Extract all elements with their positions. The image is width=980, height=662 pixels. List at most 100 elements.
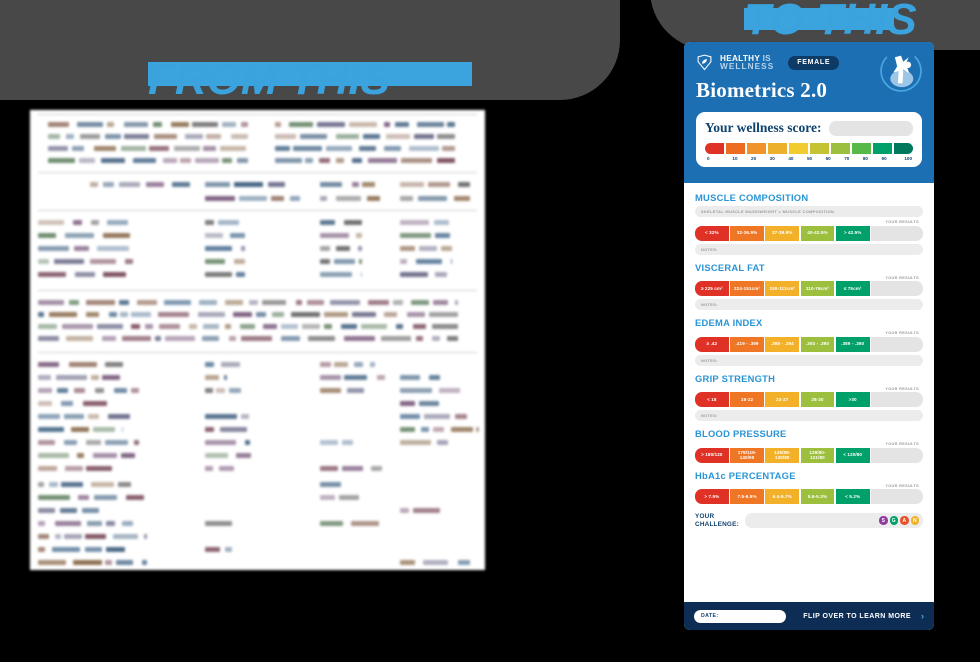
metric-title: BLOOD PRESSURE <box>695 428 787 439</box>
metric-subtitle: SKELETAL MUSCLE MASS/WEIGHT = MUSCLE COM… <box>695 206 923 217</box>
metric-band-row: > 7.5% 7.5-6.5% 6.4-5.7% 5.6-5.3% < 5.2% <box>695 489 924 504</box>
metric-title: MUSCLE COMPOSITION <box>695 192 809 203</box>
metric-band-row: ≥ .42.419 - .399.398 - .394.393 - .390.3… <box>695 336 924 352</box>
metric-band: 23-27 <box>765 392 800 407</box>
scale-tick-2: 20 <box>751 156 757 161</box>
metric-band: 7.5-6.5% <box>730 489 764 504</box>
scale-tick-3: 30 <box>769 156 775 161</box>
metric-band: < 5.2% <box>835 489 870 504</box>
scale-segment-1 <box>725 143 746 154</box>
blurred-lab-report <box>30 110 485 570</box>
metric-band: ≥ .42 <box>695 336 729 352</box>
female-body-icon <box>880 50 922 92</box>
metric-band: .393 - .390 <box>800 336 835 352</box>
scale-tick-0: 0 <box>707 156 710 161</box>
challenge-badge[interactable]: A <box>900 516 909 525</box>
scale-tick-4: 40 <box>788 156 794 161</box>
to-label: TO THIS <box>744 0 917 44</box>
metric-notes-field[interactable]: NOTES: <box>695 243 923 255</box>
challenge-badge[interactable]: N <box>910 516 919 525</box>
metric-result-input[interactable] <box>871 489 924 504</box>
metric-notes-field[interactable]: NOTES: <box>695 299 923 310</box>
your-results-label: YOUR RESULTS <box>885 275 919 280</box>
metric-band: >30 <box>835 392 870 407</box>
scale-segment-2 <box>746 143 767 154</box>
biometrics-card: HEALTHY IS WELLNESS FEMALE Biometrics 2.… <box>684 42 934 630</box>
metric-band: < 18 <box>695 392 729 407</box>
your-challenge-label: YOUR CHALLENGE: <box>695 513 739 528</box>
scale-segment-0 <box>705 143 725 154</box>
metric-band: 150-111cm² <box>765 281 800 296</box>
challenge-badge[interactable]: S <box>879 516 888 525</box>
metric-band-row: > 180/120 179/119- 140/90 139/89- 130/80 129/… <box>695 447 924 463</box>
date-input[interactable]: DATE: <box>694 609 786 623</box>
scale-segment-8 <box>872 143 893 154</box>
scale-segment-9 <box>893 143 914 154</box>
scale-tick-10: 100 <box>904 156 913 161</box>
metric-band: 110-76cm² <box>800 281 835 296</box>
brand-line2: WELLNESS <box>720 61 775 71</box>
your-results-label: YOUR RESULTS <box>885 331 919 335</box>
metric-result-input[interactable] <box>871 336 924 352</box>
your-results-label: YOUR RESULTS <box>885 442 919 446</box>
card-body: MUSCLE COMPOSITION SKELETAL MUSCLE MASS/W… <box>684 183 934 528</box>
challenge-badge[interactable]: G <box>889 516 898 525</box>
metric-band: .398 - .394 <box>765 336 800 352</box>
wellness-score-input[interactable] <box>828 120 913 136</box>
scale-segment-6 <box>830 143 851 154</box>
metric-band: ≥ 225 cm² <box>695 281 729 296</box>
metric-band: 18-22 <box>730 392 764 407</box>
metric-band: 5.6-5.3% <box>800 489 835 504</box>
metric-band: > 180/120 <box>695 447 729 463</box>
card-footer: DATE: FLIP OVER TO LEARN MORE › <box>684 602 934 630</box>
metric-band: 129/80- 121/80 <box>800 447 835 463</box>
your-challenge-input[interactable]: SGAN <box>744 513 923 528</box>
scale-tick-1: 10 <box>732 156 738 161</box>
wellness-score-scale <box>705 143 914 154</box>
metric-band-row: ≥ 225 cm² 224-151cm² 150-111cm² 110-76cm² ≤ … <box>695 281 924 296</box>
metric-band: > 7.5% <box>695 489 729 504</box>
scale-tick-6: 60 <box>825 156 831 161</box>
your-results-label: YOUR RESULTS <box>885 220 919 224</box>
brand-wordmark: HEALTHY IS WELLNESS <box>720 54 775 71</box>
metric-band-row: < 32% 32-36.9% 37-39.9% 40-42.5% > 42.5% <box>695 225 924 241</box>
metric-title: GRIP STRENGTH <box>695 372 776 384</box>
metric-band: > 42.5% <box>835 225 870 241</box>
scale-tick-5: 50 <box>806 156 813 161</box>
flip-over-text[interactable]: FLIP OVER TO LEARN MORE <box>794 613 913 620</box>
metric-band: .389 - .360 <box>835 336 870 352</box>
scale-segment-7 <box>851 143 872 154</box>
metric-band: < 32% <box>695 225 729 241</box>
scale-segment-3 <box>767 143 788 154</box>
metric-section: EDEMA INDEX YOUR RESULTS ≥ .42.419 - .399.… <box>695 317 924 366</box>
gender-badge: FEMALE <box>788 55 840 70</box>
metric-result-input[interactable] <box>871 225 924 241</box>
metric-band: 6.4-5.7% <box>765 489 800 504</box>
scale-tick-7: 70 <box>844 156 850 161</box>
wellness-score-box: Your wellness score: 0 10 20 30 40 50 60 70 80 90… <box>696 112 922 167</box>
scale-segment-5 <box>809 143 830 154</box>
metric-result-input[interactable] <box>871 447 924 463</box>
metric-notes-field[interactable]: NOTES: <box>695 410 923 421</box>
chevron-right-icon[interactable]: › <box>921 611 924 621</box>
metric-result-input[interactable] <box>871 392 924 407</box>
metric-band: 37-39.9% <box>765 225 800 241</box>
your-challenge-row: YOUR CHALLENGE: S G A N <box>695 513 923 528</box>
shield-leaf-icon <box>697 54 712 71</box>
metric-section: BLOOD PRESSURE YOUR RESULTS > 180/120 179/1… <box>695 428 924 463</box>
your-results-label: YOUR RESULTS <box>885 483 919 488</box>
metric-section: GRIP STRENGTH YOUR RESULTS < 18 18-22 23-27 2… <box>695 372 924 421</box>
metric-band: 179/119- 140/90 <box>730 447 764 463</box>
from-label: FROM THIS <box>148 55 390 104</box>
your-results-label: YOUR RESULTS <box>885 386 919 391</box>
metric-band: 28-30 <box>800 392 835 407</box>
metric-result-input[interactable] <box>871 281 924 296</box>
card-header: HEALTHY IS WELLNESS FEMALE Biometrics 2.… <box>684 42 934 183</box>
metric-band: 224-151cm² <box>730 281 764 296</box>
metric-title: HbA1c PERCENTAGE <box>695 469 796 481</box>
scale-tick-9: 90 <box>881 156 887 161</box>
metric-section: VISCERAL FAT YOUR RESULTS ≥ 225 cm² 224-151… <box>695 261 924 310</box>
metric-notes-field[interactable]: NOTES: <box>695 354 923 366</box>
metric-band: ≤ 75cm² <box>835 281 870 296</box>
metric-title: VISCERAL FAT <box>695 261 765 273</box>
